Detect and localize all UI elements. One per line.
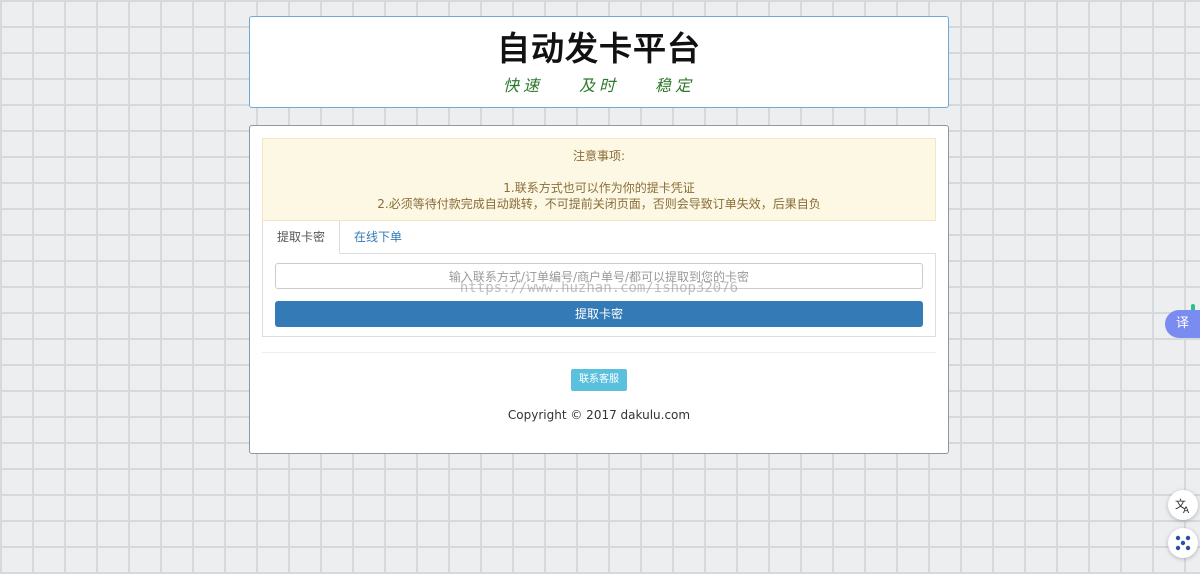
svg-text:A: A xyxy=(1183,506,1190,514)
translate-side-button[interactable]: 译 xyxy=(1165,310,1200,338)
tab-online-order[interactable]: 在线下单 xyxy=(340,221,416,253)
slogan-word: 及时 xyxy=(578,76,619,95)
slogan-word: 稳定 xyxy=(655,76,696,95)
slogan-word: 快速 xyxy=(502,76,543,95)
translate-icon[interactable]: 文 A xyxy=(1168,490,1198,520)
tab-extract-card[interactable]: 提取卡密 xyxy=(262,221,341,254)
extract-card-button[interactable]: 提取卡密 xyxy=(275,301,923,327)
notice-heading: 注意事项: xyxy=(572,149,626,163)
copyright-text: Copyright © 2017 dakulu.com xyxy=(507,408,691,422)
divider xyxy=(262,352,936,353)
main-card: 注意事项: 1.联系方式也可以作为你的提卡凭证 2.必须等待付款完成自动跳转，不… xyxy=(249,125,949,454)
notice-line: 1.联系方式也可以作为你的提卡凭证 xyxy=(503,181,695,195)
network-icon[interactable] xyxy=(1168,528,1198,558)
query-input[interactable]: 输入联系方式/订单编号/商户单号/都可以提取到您的卡密 xyxy=(275,263,923,289)
slogan: 快速 及时 稳定 xyxy=(250,72,948,96)
notice-alert: 注意事项: 1.联系方式也可以作为你的提卡凭证 2.必须等待付款完成自动跳转，不… xyxy=(262,138,936,221)
contact-support-button[interactable]: 联系客服 xyxy=(571,369,627,391)
extract-pane: 输入联系方式/订单编号/商户单号/都可以提取到您的卡密 https://www.… xyxy=(262,254,936,337)
site-title: 自动发卡平台 xyxy=(497,29,701,68)
tab-bar: 提取卡密 在线下单 xyxy=(262,221,936,254)
notice-line: 2.必须等待付款完成自动跳转，不可提前关闭页面，否则会导致订单失效，后果自负 xyxy=(377,197,821,211)
header-card: 自动发卡平台 快速 及时 稳定 xyxy=(249,16,949,108)
